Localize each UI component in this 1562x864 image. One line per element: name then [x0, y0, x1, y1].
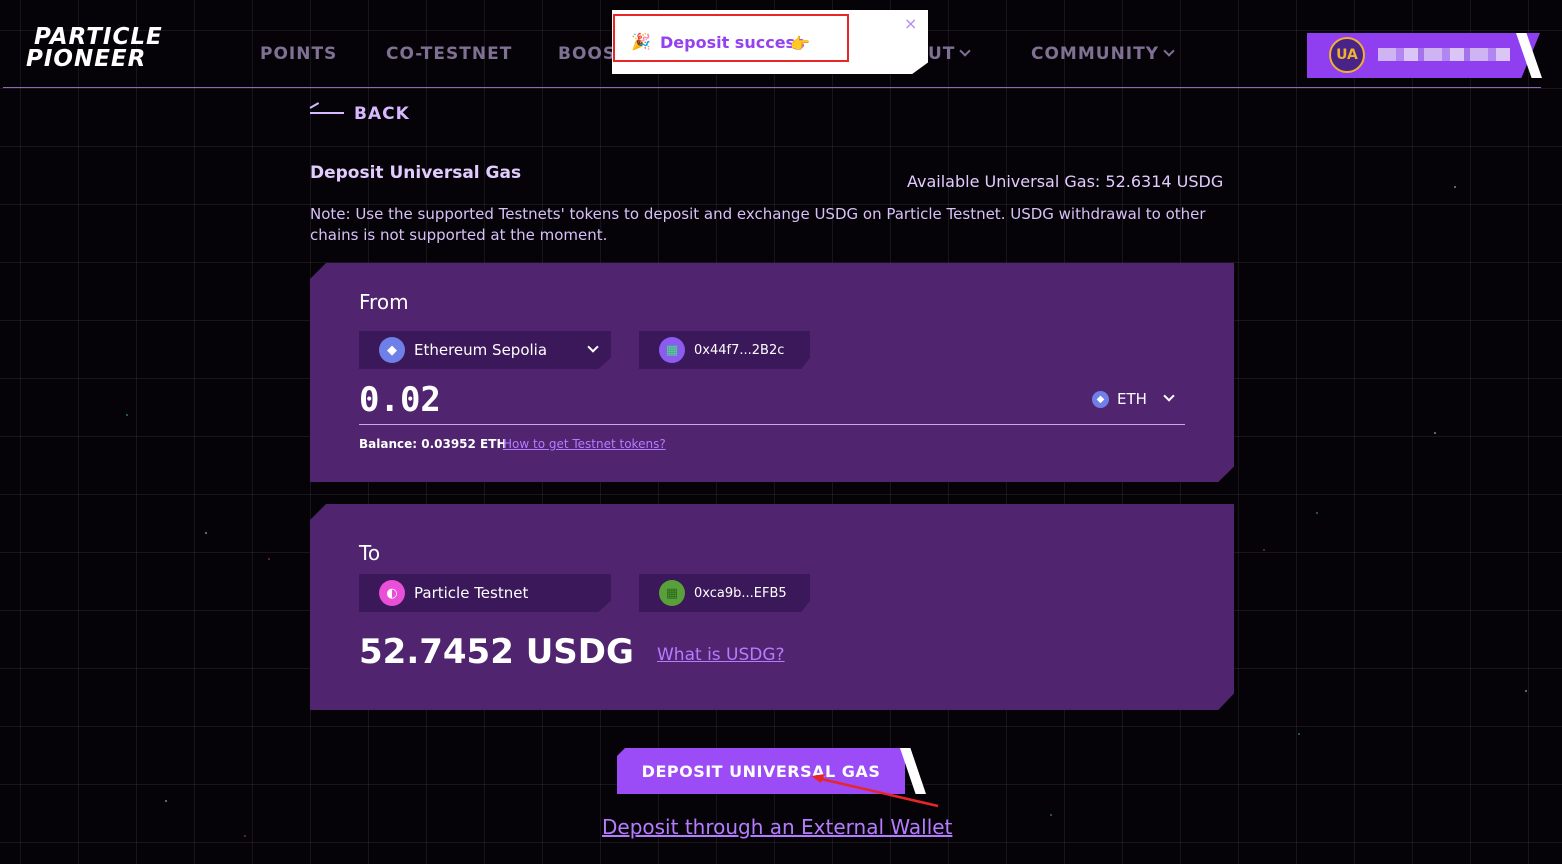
ethereum-icon: ◆ [379, 337, 405, 363]
to-chain-name: Particle Testnet [414, 584, 529, 602]
token-symbol: ETH [1117, 390, 1147, 408]
arrow-left-icon [310, 112, 344, 114]
star [126, 414, 128, 416]
deposit-note: Note: Use the supported Testnets' tokens… [310, 205, 1206, 244]
to-address-chip[interactable]: ▦ 0xca9b...EFB5 [639, 574, 810, 612]
external-wallet-link[interactable]: Deposit through an External Wallet [602, 815, 952, 839]
chevron-down-icon [1163, 390, 1175, 402]
wallet-avatar-icon: ▦ [659, 337, 685, 363]
from-amount-input[interactable]: 0.02 [359, 380, 441, 420]
close-icon[interactable]: × [904, 14, 917, 33]
to-address: 0xca9b...EFB5 [694, 585, 787, 601]
party-popper-icon: 🎉 [631, 32, 651, 51]
chevron-down-icon [959, 45, 972, 57]
nav-boost[interactable]: BOOS [558, 44, 616, 66]
nav-points-label: POINTS [260, 44, 338, 64]
avatar-label: UA [1336, 47, 1358, 63]
ethereum-icon: ◆ [1092, 390, 1109, 408]
from-address-chip[interactable]: ▦ 0x44f7...2B2c [639, 331, 810, 369]
star [268, 558, 270, 560]
amount-underline [359, 424, 1185, 425]
from-balance: Balance: 0.03952 ETH [359, 437, 507, 451]
pointing-hand-icon: 👉 [790, 34, 810, 53]
nav-co-testnet[interactable]: CO-TESTNET [386, 44, 512, 66]
star [1525, 690, 1527, 692]
star [1298, 733, 1300, 735]
star [165, 800, 167, 802]
to-label: To [359, 541, 381, 565]
logo-line1: PARTICLE [34, 24, 163, 50]
star [1050, 814, 1052, 816]
logo-line2: PIONEER [26, 46, 147, 72]
back-button[interactable]: BACK [310, 104, 410, 124]
avatar: UA [1329, 37, 1365, 73]
nav-co-testnet-label: CO-TESTNET [386, 44, 513, 64]
star [1434, 432, 1436, 434]
nav-about[interactable]: UT [928, 44, 972, 66]
redacted-username [1378, 48, 1510, 61]
nav-points[interactable]: POINTS [260, 44, 337, 66]
to-chain-chip: ◐ Particle Testnet [359, 574, 611, 612]
from-chain-name: Ethereum Sepolia [414, 341, 548, 359]
testnet-tokens-link[interactable]: How to get Testnet tokens? [503, 437, 666, 451]
nav-about-label: UT [928, 44, 956, 64]
star [205, 532, 207, 534]
wallet-avatar-icon: ▦ [659, 580, 685, 606]
token-select[interactable]: ◆ ETH [1092, 390, 1175, 408]
page-title: Deposit Universal Gas [310, 163, 522, 183]
star [1263, 549, 1265, 551]
chevron-down-icon [587, 341, 599, 353]
from-chain-select[interactable]: ◆ Ethereum Sepolia [359, 331, 611, 369]
to-amount: 52.7452 USDG [359, 632, 634, 672]
header-divider [3, 87, 1541, 88]
what-is-usdg-link[interactable]: What is USDG? [657, 645, 785, 665]
available-gas: Available Universal Gas: 52.6314 USDG [907, 172, 1224, 191]
star [1316, 512, 1318, 514]
annotation-arrow [811, 774, 939, 808]
star [244, 835, 246, 837]
logo[interactable]: PARTICLE PIONEER [26, 26, 206, 72]
nav-boost-label: BOOS [558, 44, 617, 64]
from-address: 0x44f7...2B2c [694, 342, 785, 358]
particle-icon: ◐ [379, 580, 405, 606]
from-label: From [359, 290, 409, 314]
nav-community[interactable]: COMMUNITY [1031, 44, 1175, 66]
chevron-down-icon [1163, 45, 1175, 57]
nav-community-label: COMMUNITY [1031, 44, 1160, 64]
back-label: BACK [354, 104, 410, 124]
toast-message: Deposit success [660, 33, 805, 52]
star [1454, 186, 1456, 188]
